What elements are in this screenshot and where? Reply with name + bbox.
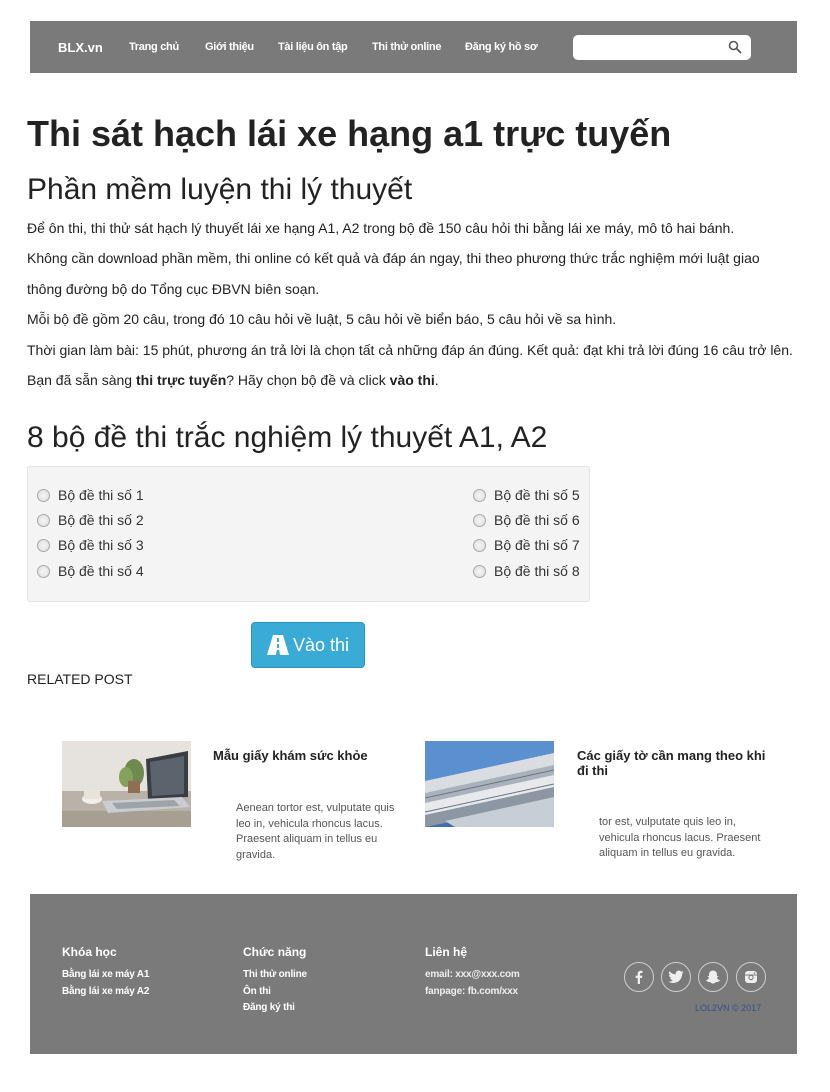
building-image — [425, 741, 554, 827]
quiz-option-2[interactable]: Bộ đề thi số 2 — [37, 512, 144, 528]
intro-paragraph-3: thông đường bộ do Tổng cục ĐBVN biên soạ… — [27, 281, 320, 297]
laptop-desk-image — [62, 741, 191, 827]
ready-paragraph: Bạn đã sẵn sàng thi trực tuyến? Hãy chọn… — [27, 372, 439, 388]
search-input[interactable] — [573, 35, 723, 60]
excerpt-line: gravida. — [236, 848, 276, 861]
excerpt-line: leo in, vehicula rhoncus lacus. — [236, 817, 383, 830]
footer-fanpage: fanpage: fb.com/xxx — [425, 986, 518, 997]
quiz-option-1[interactable]: Bộ đề thi số 1 — [37, 487, 144, 503]
radio-button[interactable] — [37, 488, 50, 502]
quiz-heading: 8 bộ đề thi trắc nghiệm lý thuyết A1, A2 — [27, 421, 548, 454]
instagram-icon[interactable] — [736, 962, 766, 992]
facebook-icon[interactable] — [624, 962, 654, 992]
ready-prefix: Bạn đã sẵn sàng — [27, 372, 136, 388]
footer-email: email: xxx@xxx.com — [425, 969, 520, 980]
footer-heading-functions: Chức năng — [243, 945, 307, 959]
road-icon — [266, 635, 289, 655]
quiz-set-panel: Bộ đề thi số 1 Bộ đề thi số 2 Bộ đề thi … — [27, 466, 590, 602]
snapchat-icon[interactable] — [698, 962, 728, 992]
excerpt-line: vehicula rhoncus lacus. Praesent — [599, 831, 761, 844]
brand-logo[interactable]: BLX.vn — [58, 40, 103, 55]
quiz-option-label: Bộ đề thi số 4 — [58, 563, 144, 579]
intro-paragraph-5: Thời gian làm bài: 15 phút, phương án tr… — [27, 342, 793, 358]
top-navbar: BLX.vn Trang chủ Giới thiệu Tài liệu ôn … — [30, 21, 797, 73]
quiz-option-label: Bộ đề thi số 2 — [58, 512, 144, 528]
radio-button[interactable] — [473, 513, 486, 527]
excerpt-line: Praesent aliquam in tellus eu — [236, 833, 378, 845]
twitter-icon[interactable] — [661, 962, 691, 992]
radio-button[interactable] — [37, 513, 50, 527]
radio-button[interactable] — [473, 488, 486, 502]
radio-button[interactable] — [473, 538, 486, 552]
excerpt-line: tor est, vulputate quis leo in, — [599, 816, 736, 828]
page-title: Thi sát hạch lái xe hạng a1 trực tuyến — [27, 113, 672, 154]
quiz-option-3[interactable]: Bộ đề thi số 3 — [37, 537, 144, 553]
quiz-option-label: Bộ đề thi số 6 — [494, 512, 580, 528]
search-icon[interactable] — [728, 40, 742, 54]
nav-link-study-docs[interactable]: Tài liệu ôn tập — [278, 41, 348, 53]
related-posts-title: RELATED POST — [27, 671, 133, 687]
copyright-text: LOL2VN © 2017 — [695, 1003, 762, 1013]
footer-link-review[interactable]: Ôn thi — [243, 986, 271, 997]
start-exam-button[interactable]: Vào thi — [251, 622, 365, 668]
nav-link-online-test[interactable]: Thi thử online — [372, 41, 441, 53]
start-exam-label: Vào thi — [292, 634, 350, 655]
quiz-option-6[interactable]: Bộ đề thi số 6 — [473, 512, 580, 528]
post-excerpt-1: Aenean tortor est, vulputate quis leo in… — [236, 801, 406, 863]
footer-link-online-test[interactable]: Thi thử online — [243, 969, 307, 980]
footer-link-register-exam[interactable]: Đăng ký thi — [243, 1002, 295, 1013]
post-title-1[interactable]: Mẫu giấy khám sức khỏe — [213, 748, 393, 763]
quiz-option-label: Bộ đề thi số 5 — [494, 487, 580, 503]
excerpt-line: Aenean tortor est, vulputate quis — [236, 802, 395, 814]
quiz-option-5[interactable]: Bộ đề thi số 5 — [473, 487, 580, 503]
quiz-option-label: Bộ đề thi số 7 — [494, 537, 580, 553]
ready-bold-online: thi trực tuyến — [135, 372, 227, 388]
footer-heading-contact: Liên hệ — [425, 945, 468, 959]
post-title-2[interactable]: Các giấy tờ cần mang theo khi đi thi — [577, 748, 767, 778]
intro-paragraph-4: Mỗi bộ đề gồm 20 câu, trong đó 10 câu hỏ… — [27, 311, 617, 327]
intro-paragraph-1: Để ôn thi, thi thử sát hạch lý thuyết lá… — [27, 220, 735, 236]
post-excerpt-2: tor est, vulputate quis leo in, vehicula… — [599, 815, 779, 862]
quiz-option-label: Bộ đề thi số 3 — [58, 537, 144, 553]
ready-middle: ? Hãy chọn bộ đề và click — [226, 372, 390, 388]
excerpt-line: aliquam in tellus eu gravida. — [599, 847, 736, 859]
radio-button[interactable] — [37, 538, 50, 552]
footer-heading-courses: Khóa học — [62, 945, 117, 959]
quiz-option-8[interactable]: Bộ đề thi số 8 — [473, 563, 580, 579]
post-thumbnail-laptop[interactable] — [62, 741, 191, 827]
quiz-option-7[interactable]: Bộ đề thi số 7 — [473, 537, 580, 553]
ready-bold-start: vào thi — [389, 372, 435, 388]
nav-link-about[interactable]: Giới thiệu — [205, 41, 254, 53]
intro-paragraph-2: Không cần download phần mềm, thi online … — [27, 250, 760, 266]
ready-suffix: . — [434, 372, 439, 388]
post-thumbnail-building[interactable] — [425, 741, 554, 827]
radio-button[interactable] — [37, 564, 50, 578]
footer-link-a1[interactable]: Bằng lái xe máy A1 — [62, 969, 149, 980]
nav-link-home[interactable]: Trang chủ — [129, 41, 179, 53]
search-box — [573, 35, 751, 60]
footer-link-a2[interactable]: Bằng lái xe máy A2 — [62, 986, 149, 997]
quiz-option-label: Bộ đề thi số 1 — [58, 487, 144, 503]
nav-link-register[interactable]: Đăng ký hồ sơ — [465, 41, 538, 53]
quiz-option-4[interactable]: Bộ đề thi số 4 — [37, 563, 144, 579]
radio-button[interactable] — [473, 564, 486, 578]
site-footer: Khóa học Bằng lái xe máy A1 Bằng lái xe … — [30, 894, 797, 1054]
quiz-option-label: Bộ đề thi số 8 — [494, 563, 580, 579]
section-subtitle: Phần mềm luyện thi lý thuyết — [27, 173, 413, 206]
